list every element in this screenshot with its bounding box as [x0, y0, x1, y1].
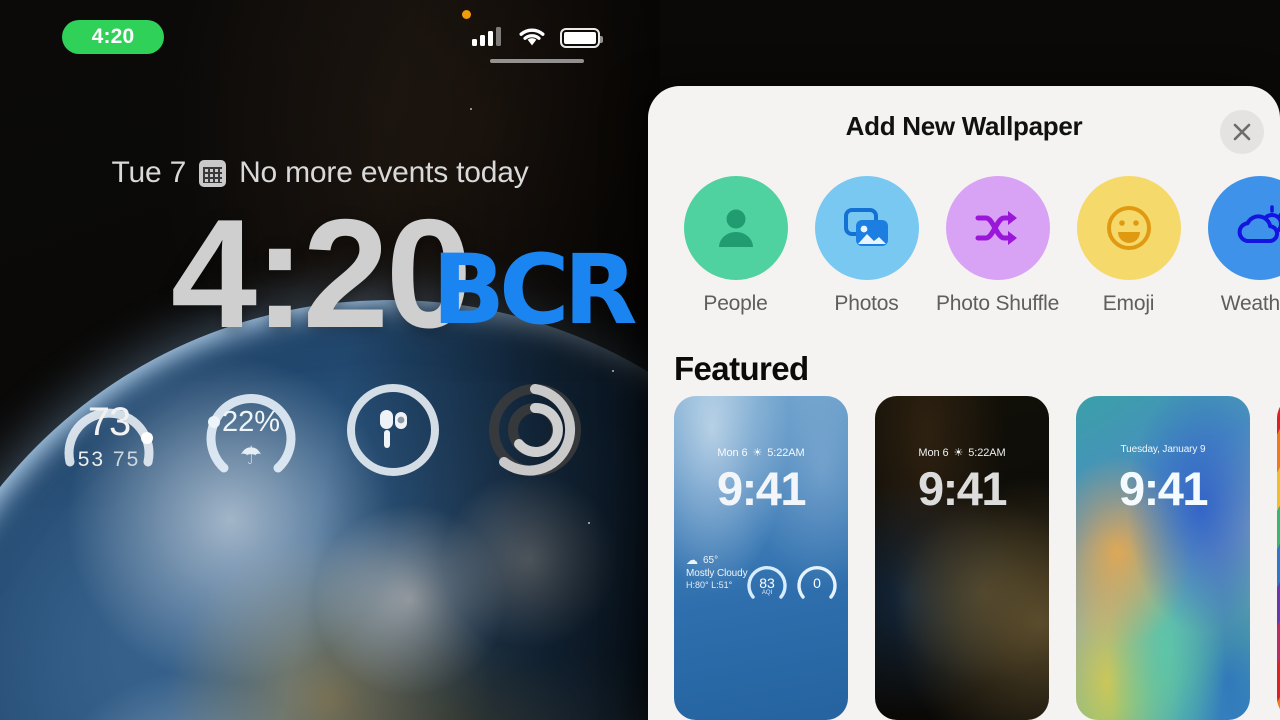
aqi-value: 83: [759, 575, 775, 591]
screen: 4:20 Tue 7 No more events today 4:20 73 …: [0, 0, 1280, 720]
category-photos-label: Photos: [834, 292, 899, 315]
star: [470, 108, 472, 110]
aqi-label: AQI: [761, 590, 773, 596]
precipitation-widget[interactable]: 22% ☂: [196, 378, 306, 484]
lock-screen-date-row: Tue 7 No more events today: [0, 156, 640, 190]
sunrise-icon: ☀: [953, 447, 964, 459]
card-sunrise-time: 5:22AM: [767, 446, 805, 459]
person-icon: [718, 209, 753, 247]
photo-stack-icon: [843, 208, 888, 246]
wallpaper-category-row: People Photos Photo Shuffle Emoji Weath: [648, 176, 1280, 317]
temperature-range: 53 75: [54, 448, 164, 472]
category-people-label: People: [703, 292, 768, 315]
card-date: Tuesday, January 9: [1120, 444, 1206, 455]
card-condition: Mostly Cloudy: [686, 568, 748, 579]
battery-icon: [560, 28, 603, 48]
category-weather[interactable]: Weather: [1194, 176, 1280, 317]
card-temperature: 65°: [703, 554, 719, 566]
airpods-icon: [380, 410, 407, 448]
category-people[interactable]: People: [670, 176, 801, 317]
category-weather-label: Weather: [1220, 292, 1280, 315]
smiley-icon: [1106, 206, 1151, 250]
featured-card-gradient[interactable]: Tuesday, January 9 9:41: [1076, 396, 1250, 720]
lock-screen-clock: 4:20: [170, 187, 472, 360]
star: [612, 370, 614, 372]
sheet-title: Add New Wallpaper: [845, 111, 1083, 141]
uv-value: 0: [813, 575, 821, 591]
card-weather-top: ☁ 65°: [686, 554, 748, 566]
star: [588, 522, 590, 524]
lock-screen-widget-row: 73 53 75 22% ☂: [54, 378, 614, 484]
card-sunrise-time: 5:22AM: [968, 446, 1006, 459]
add-wallpaper-sheet: Add New Wallpaper People Photos Photo Sh…: [648, 86, 1280, 720]
lock-screen: 4:20 Tue 7 No more events today 4:20 73 …: [0, 0, 660, 720]
uv-gauge: 0: [796, 564, 838, 606]
card-clock: 9:41: [1118, 462, 1209, 515]
temperature-low: 53: [77, 448, 106, 471]
privacy-indicator-dot: [462, 10, 471, 19]
card-datetime: Mon 6 ☀ 5:22AM: [875, 446, 1049, 460]
precipitation-value: 22%: [221, 406, 281, 438]
card-high-low: H:80° L:51°: [686, 580, 733, 590]
cellular-signal-icon: [472, 27, 501, 46]
featured-card-weather[interactable]: Mon 6 ☀ 5:22AM 9:41 ☁ 65° Mostly Cloudy …: [674, 396, 848, 720]
lock-screen-date: Tue 7: [111, 156, 187, 189]
status-bar-indicator-bar: [490, 59, 584, 63]
close-button[interactable]: [1220, 110, 1264, 154]
featured-card-row: Mon 6 ☀ 5:22AM 9:41 ☁ 65° Mostly Cloudy …: [674, 396, 1280, 720]
category-photo-shuffle-circle: [945, 176, 1050, 280]
card-weather-block: ☁ 65° Mostly Cloudy H:80° L:51°: [686, 554, 748, 590]
category-people-circle: [683, 176, 788, 280]
category-emoji-circle: [1076, 176, 1181, 280]
umbrella-icon: ☂: [239, 442, 263, 470]
temperature-widget[interactable]: 73 53 75: [54, 378, 164, 484]
lock-screen-event-text: No more events today: [239, 156, 529, 189]
airpods-battery-widget[interactable]: [338, 378, 448, 484]
card-date: Mon 6: [918, 446, 949, 459]
featured-heading: Featured: [674, 350, 809, 387]
category-photo-shuffle-label: Photo Shuffle: [935, 292, 1060, 315]
wifi-icon: [518, 26, 546, 52]
card-gauge-row: 83 AQI 0: [746, 564, 838, 606]
card-datetime: Mon 6 ☀ 5:22AM: [674, 446, 848, 460]
temperature-high: 75: [112, 448, 141, 471]
close-icon: [1233, 123, 1251, 141]
category-emoji-label: Emoji: [1102, 292, 1155, 315]
sunrise-icon: ☀: [752, 447, 763, 459]
category-weather-circle: [1207, 176, 1280, 280]
card-clock: 9:41: [716, 462, 807, 515]
sun-cloud-icon: [1237, 205, 1280, 243]
category-photos[interactable]: Photos: [801, 176, 932, 317]
cloud-icon: ☁: [686, 553, 698, 567]
category-emoji[interactable]: Emoji: [1063, 176, 1194, 317]
status-bar: 4:20: [0, 0, 660, 63]
shuffle-icon: [975, 211, 1017, 245]
card-clock: 9:41: [917, 462, 1008, 515]
temperature-value: 73: [87, 400, 132, 444]
category-photos-circle: [814, 176, 919, 280]
activity-rings-widget[interactable]: [480, 378, 590, 484]
sheet-header: Add New Wallpaper: [648, 86, 1280, 172]
card-date: Mon 6: [717, 446, 748, 459]
featured-card-astronomy[interactable]: Mon 6 ☀ 5:22AM 9:41: [875, 396, 1049, 720]
aqi-gauge: 83 AQI: [746, 564, 788, 606]
category-photo-shuffle[interactable]: Photo Shuffle: [932, 176, 1063, 317]
status-time-pill: 4:20: [62, 20, 164, 54]
calendar-icon: [199, 159, 227, 187]
